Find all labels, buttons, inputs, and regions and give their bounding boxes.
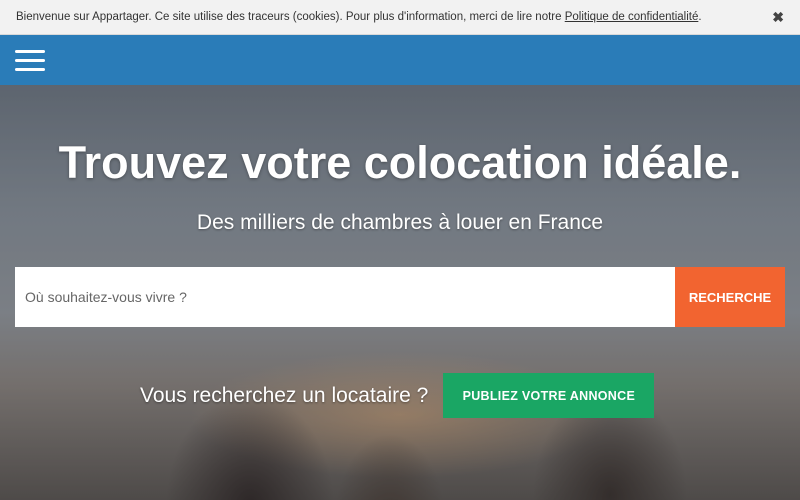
landlord-prompt: Vous recherchez un locataire ? <box>140 383 429 407</box>
privacy-policy-link[interactable]: Politique de confidentialité <box>565 11 699 23</box>
hero-title: Trouvez votre colocation idéale. <box>58 137 742 188</box>
location-search-input[interactable] <box>15 267 675 327</box>
cookie-message: Bienvenue sur Appartager. Ce site utilis… <box>16 11 565 23</box>
cookie-message-end: . <box>698 11 702 23</box>
close-icon[interactable]: ✖ <box>772 10 784 24</box>
hamburger-menu-icon[interactable] <box>15 50 45 72</box>
search-bar: RECHERCHE <box>15 267 785 327</box>
hero-subtitle: Des milliers de chambres à louer en Fran… <box>196 211 604 234</box>
cookie-banner: Bienvenue sur Appartager. Ce site utilis… <box>0 0 800 35</box>
cookie-banner-text: Bienvenue sur Appartager. Ce site utilis… <box>16 11 702 23</box>
top-navbar <box>0 35 800 85</box>
search-button[interactable]: RECHERCHE <box>675 267 785 327</box>
publish-listing-button[interactable]: PUBLIEZ VOTRE ANNONCE <box>443 373 655 418</box>
hero-section: Trouvez votre colocation idéale. Des mil… <box>0 85 800 500</box>
landlord-cta: Vous recherchez un locataire ? PUBLIEZ V… <box>140 373 655 418</box>
